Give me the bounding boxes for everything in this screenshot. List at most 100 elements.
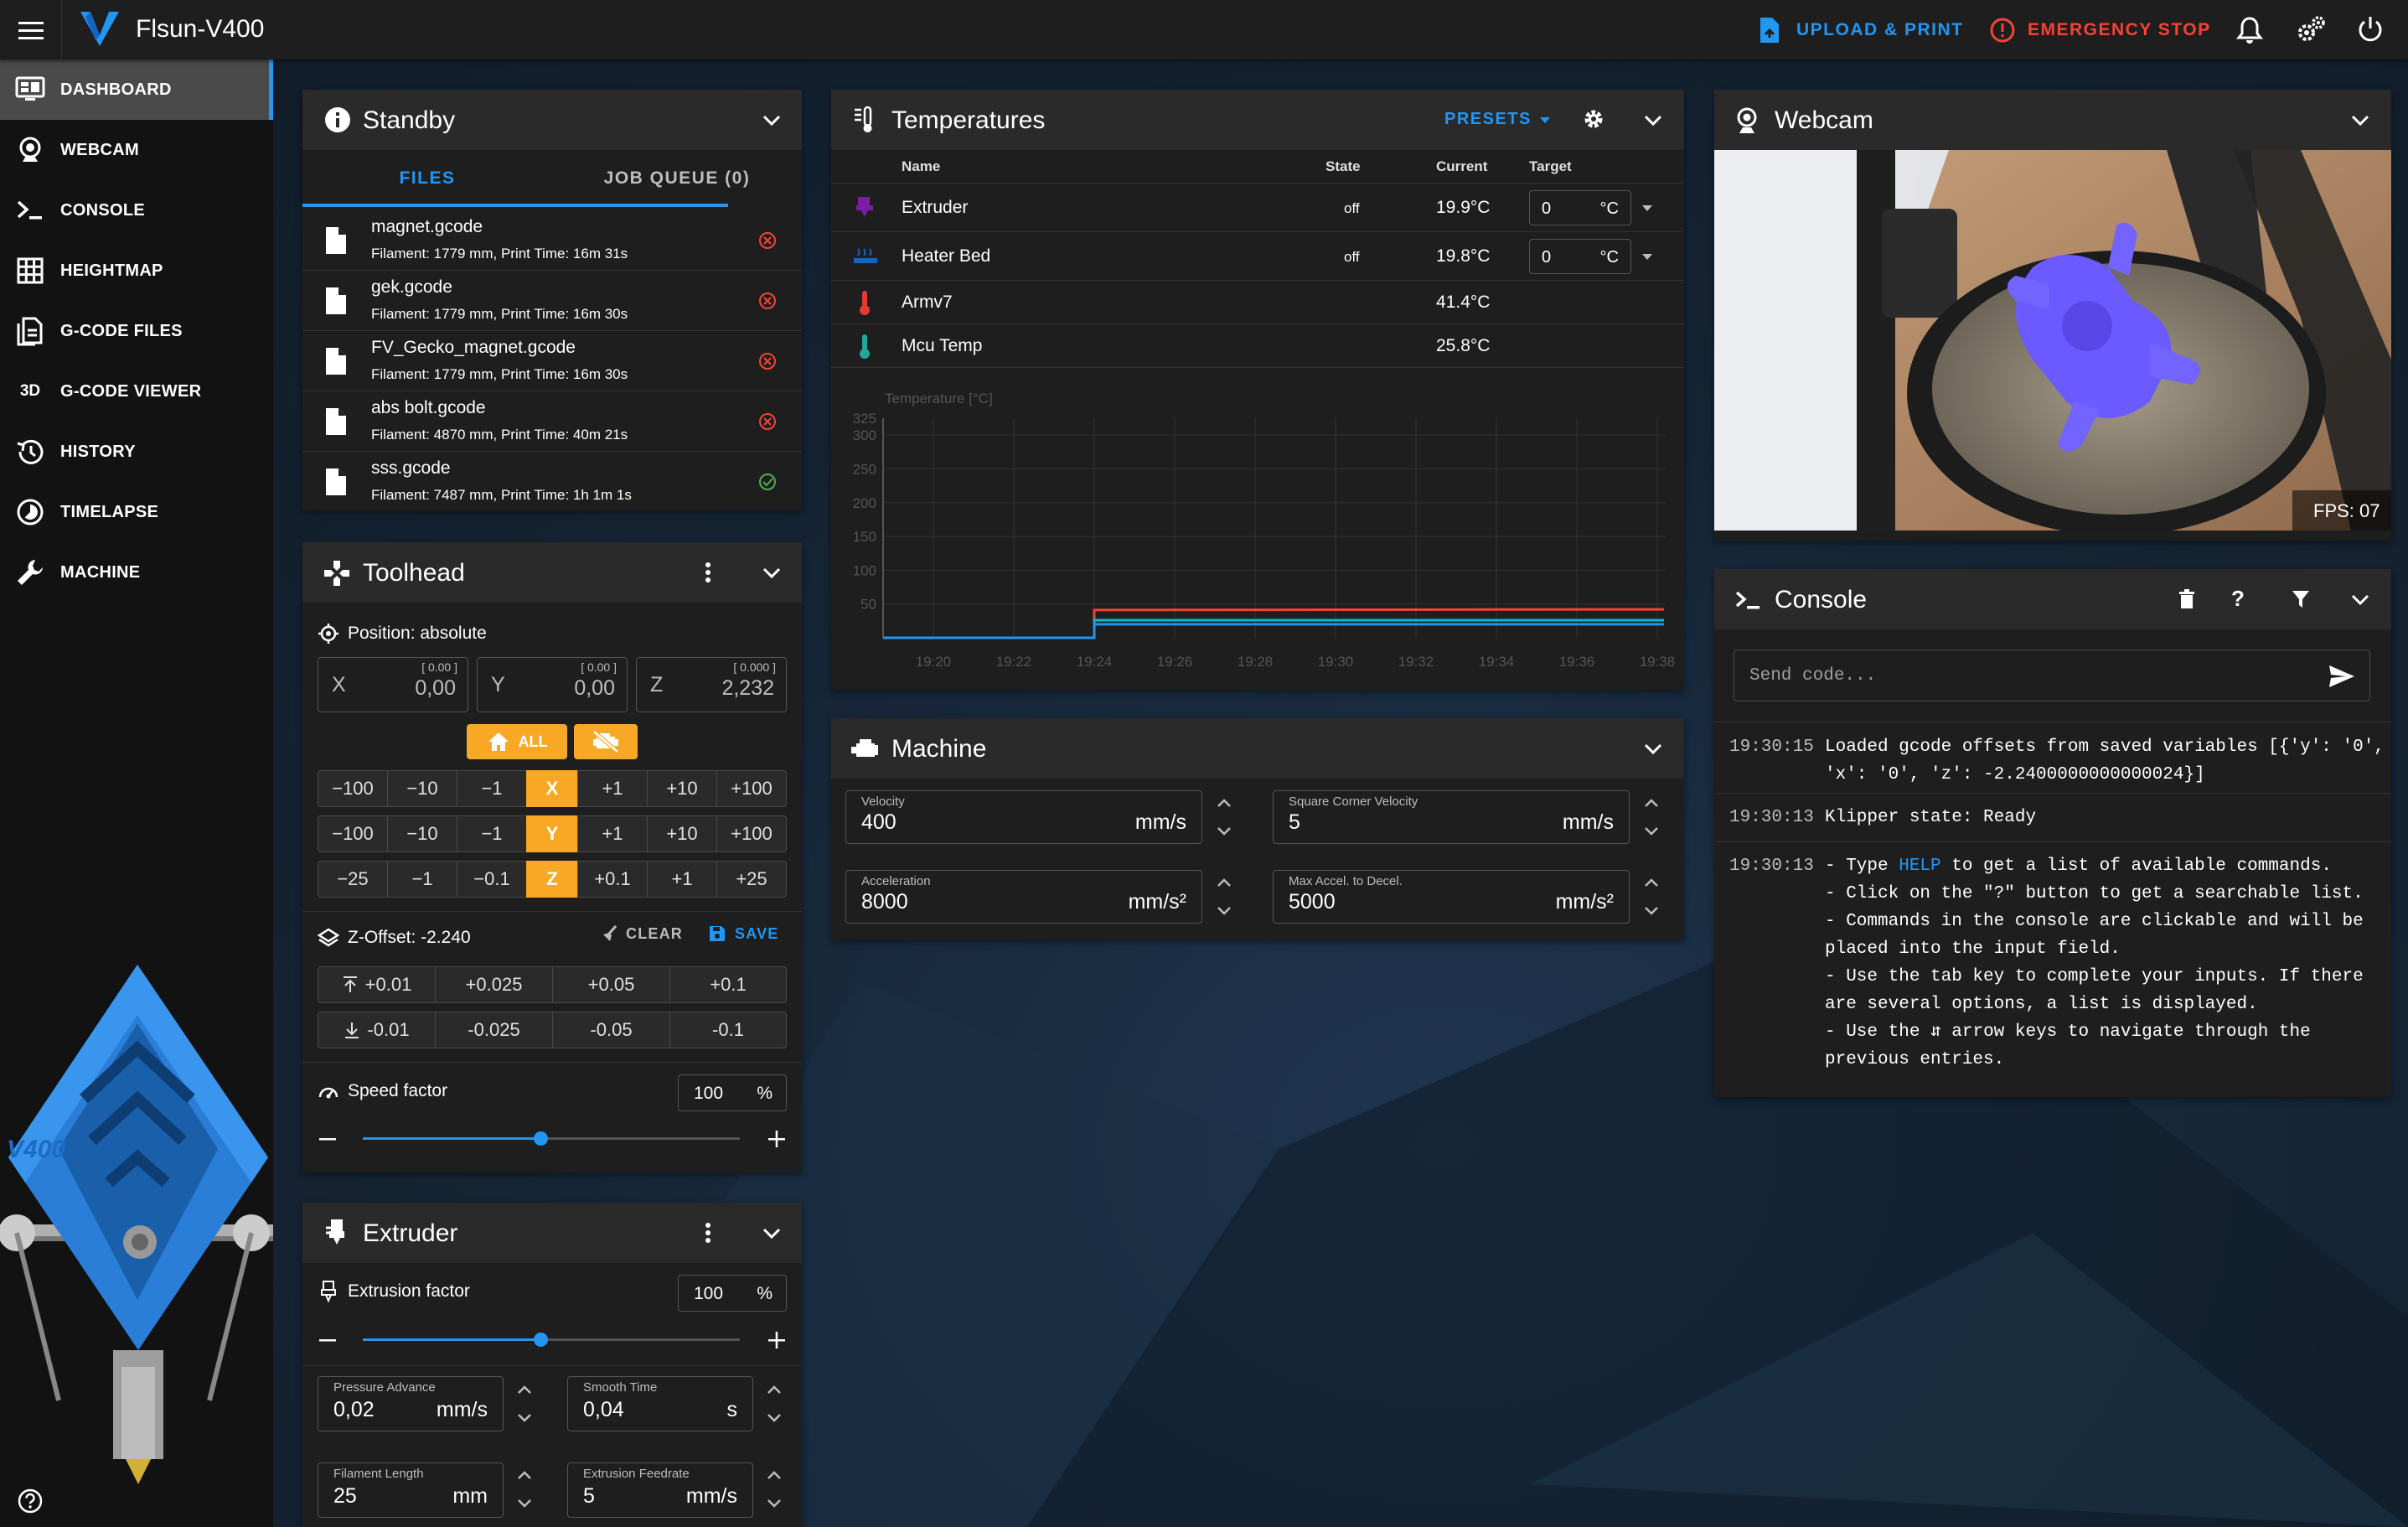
chevron-down-icon[interactable]	[1641, 737, 1665, 760]
motors-off-button[interactable]	[574, 724, 638, 759]
chevron-down-icon[interactable]	[2349, 108, 2372, 132]
console-entry[interactable]: 19:30:15 Loaded gcode offsets from saved…	[1714, 723, 2391, 794]
jog-axis-z[interactable]: Z	[526, 861, 578, 898]
sidebar-item-gcode-files[interactable]: G-CODE FILES	[0, 301, 273, 361]
sidebar-item-dashboard[interactable]: DASHBOARD	[0, 60, 273, 120]
dots-vertical-icon[interactable]	[700, 1221, 716, 1245]
upload-print-button[interactable]: UPLOAD & PRINT	[1758, 13, 1964, 47]
chevron-down-icon[interactable]	[1641, 108, 1665, 132]
chevron-down-icon[interactable]	[1212, 819, 1237, 844]
emergency-stop-button[interactable]: EMERGENCY STOP	[1989, 13, 2211, 47]
minus-icon[interactable]	[318, 1330, 338, 1350]
chevron-down-icon[interactable]	[2349, 588, 2372, 611]
filter-icon[interactable]	[2291, 589, 2311, 609]
help-icon[interactable]	[17, 1488, 44, 1514]
jog-button[interactable]: −100	[318, 815, 388, 852]
sidebar-item-heightmap[interactable]: HEIGHTMAP	[0, 241, 273, 301]
list-item[interactable]: FV_Gecko_magnet.gcode Filament: 1779 mm,…	[302, 331, 802, 391]
minus-icon[interactable]	[318, 1129, 338, 1149]
table-row[interactable]: Extruder off 19.9°C 0 °C	[831, 184, 1684, 232]
zoffset-down-button[interactable]: -0.01	[318, 1012, 436, 1048]
chevron-down-icon[interactable]	[760, 1221, 783, 1245]
menu-down-icon[interactable]	[1641, 202, 1654, 215]
speed-factor-input[interactable]: 100 %	[678, 1074, 787, 1111]
axis-x-field[interactable]: X [ 0.00 ] 0,00	[318, 657, 468, 712]
settings-cogs-icon[interactable]	[2295, 14, 2327, 46]
home-all-button[interactable]: ALL	[467, 724, 567, 759]
extrusion-slider[interactable]	[363, 1330, 740, 1350]
console-entry[interactable]: 19:30:13 - Type HELP to get a list of av…	[1714, 842, 2391, 1097]
console-input[interactable]: Send code...	[1734, 650, 2370, 701]
jog-button[interactable]: −10	[387, 770, 457, 807]
zoffset-down-button[interactable]: -0.05	[552, 1012, 670, 1048]
jog-axis-x[interactable]: X	[526, 770, 578, 807]
sidebar-item-console[interactable]: CONSOLE	[0, 180, 273, 241]
cog-icon[interactable]	[1583, 108, 1604, 130]
list-item[interactable]: magnet.gcode Filament: 1779 mm, Print Ti…	[302, 210, 802, 271]
pressure-advance-field[interactable]: Pressure Advance 0,02 mm/s	[318, 1376, 504, 1431]
jog-button[interactable]: −1	[387, 861, 457, 898]
menu-icon[interactable]	[17, 16, 45, 44]
help-icon[interactable]: ?	[2231, 586, 2245, 612]
extrusion-feedrate-field[interactable]: Extrusion Feedrate 5 mm/s	[567, 1462, 753, 1518]
max-accel-to-decel-field[interactable]: Max Accel. to Decel. 5000 mm/s²	[1273, 870, 1630, 924]
send-icon[interactable]	[2328, 664, 2356, 689]
jog-button[interactable]: −1	[457, 770, 527, 807]
chevron-up-icon[interactable]	[512, 1377, 537, 1402]
chevron-down-icon[interactable]	[762, 1491, 787, 1516]
jog-button[interactable]: +100	[716, 770, 787, 807]
jog-button[interactable]: −1	[457, 815, 527, 852]
sidebar-item-gcode-viewer[interactable]: 3D G-CODE VIEWER	[0, 361, 273, 422]
jog-button[interactable]: −10	[387, 815, 457, 852]
chevron-up-icon[interactable]	[1212, 790, 1237, 815]
jog-button[interactable]: +100	[716, 815, 787, 852]
filament-length-field[interactable]: Filament Length 25 mm	[318, 1462, 504, 1518]
tab-job-queue[interactable]: JOB QUEUE (0)	[552, 150, 802, 207]
sidebar-item-timelapse[interactable]: TIMELAPSE	[0, 482, 273, 542]
chevron-down-icon[interactable]	[762, 1405, 787, 1431]
chevron-up-icon[interactable]	[1212, 870, 1237, 895]
save-zoffset-button[interactable]: SAVE	[708, 924, 778, 943]
jog-button[interactable]: +0.1	[577, 861, 648, 898]
presets-button[interactable]: PRESETS	[1444, 110, 1552, 129]
sidebar-item-history[interactable]: HISTORY	[0, 422, 273, 482]
smooth-time-field[interactable]: Smooth Time 0,04 s	[567, 1376, 753, 1431]
jog-button[interactable]: +10	[647, 815, 717, 852]
acceleration-field[interactable]: Acceleration 8000 mm/s²	[845, 870, 1202, 924]
table-row[interactable]: Heater Bed off 19.8°C 0 °C	[831, 232, 1684, 281]
jog-button[interactable]: +25	[716, 861, 787, 898]
velocity-field[interactable]: Velocity 400 mm/s	[845, 790, 1202, 844]
axis-y-field[interactable]: Y [ 0.00 ] 0,00	[477, 657, 628, 712]
zoffset-down-button[interactable]: -0.1	[669, 1012, 787, 1048]
target-input[interactable]: 0 °C	[1529, 190, 1631, 225]
chevron-up-icon[interactable]	[762, 1377, 787, 1402]
chevron-down-icon[interactable]	[760, 561, 783, 584]
delete-icon[interactable]	[2178, 589, 2196, 609]
slider-thumb[interactable]	[533, 1333, 548, 1347]
tab-files[interactable]: FILES	[302, 150, 552, 207]
zoffset-down-button[interactable]: -0.025	[435, 1012, 553, 1048]
square-corner-velocity-field[interactable]: Square Corner Velocity 5 mm/s	[1273, 790, 1630, 844]
bell-icon[interactable]	[2235, 15, 2264, 45]
chevron-down-icon[interactable]	[512, 1405, 537, 1431]
chevron-down-icon[interactable]	[1639, 898, 1664, 924]
speed-slider[interactable]	[363, 1129, 740, 1149]
help-command-link[interactable]: HELP	[1899, 857, 1940, 876]
target-input[interactable]: 0 °C	[1529, 239, 1631, 274]
jog-button[interactable]: +1	[577, 770, 648, 807]
chevron-down-icon[interactable]	[760, 108, 783, 132]
webcam-stream-image[interactable]: FPS: 07	[1714, 150, 2391, 531]
chevron-down-icon[interactable]	[1212, 898, 1237, 924]
chevron-up-icon[interactable]	[1639, 790, 1664, 815]
extrusion-factor-input[interactable]: 100 %	[678, 1275, 787, 1312]
zoffset-up-button[interactable]: +0.01	[318, 966, 436, 1003]
jog-button[interactable]: +10	[647, 770, 717, 807]
jog-button[interactable]: +1	[647, 861, 717, 898]
chevron-up-icon[interactable]	[1639, 870, 1664, 895]
axis-z-field[interactable]: Z [ 0.000 ] 2,232	[636, 657, 787, 712]
list-item[interactable]: abs bolt.gcode Filament: 4870 mm, Print …	[302, 391, 802, 452]
table-row[interactable]: Mcu Temp 25.8°C	[831, 324, 1684, 368]
console-entry[interactable]: 19:30:13 Klipper state: Ready	[1714, 794, 2391, 842]
chevron-down-icon[interactable]	[1639, 819, 1664, 844]
list-item[interactable]: gek.gcode Filament: 1779 mm, Print Time:…	[302, 271, 802, 331]
